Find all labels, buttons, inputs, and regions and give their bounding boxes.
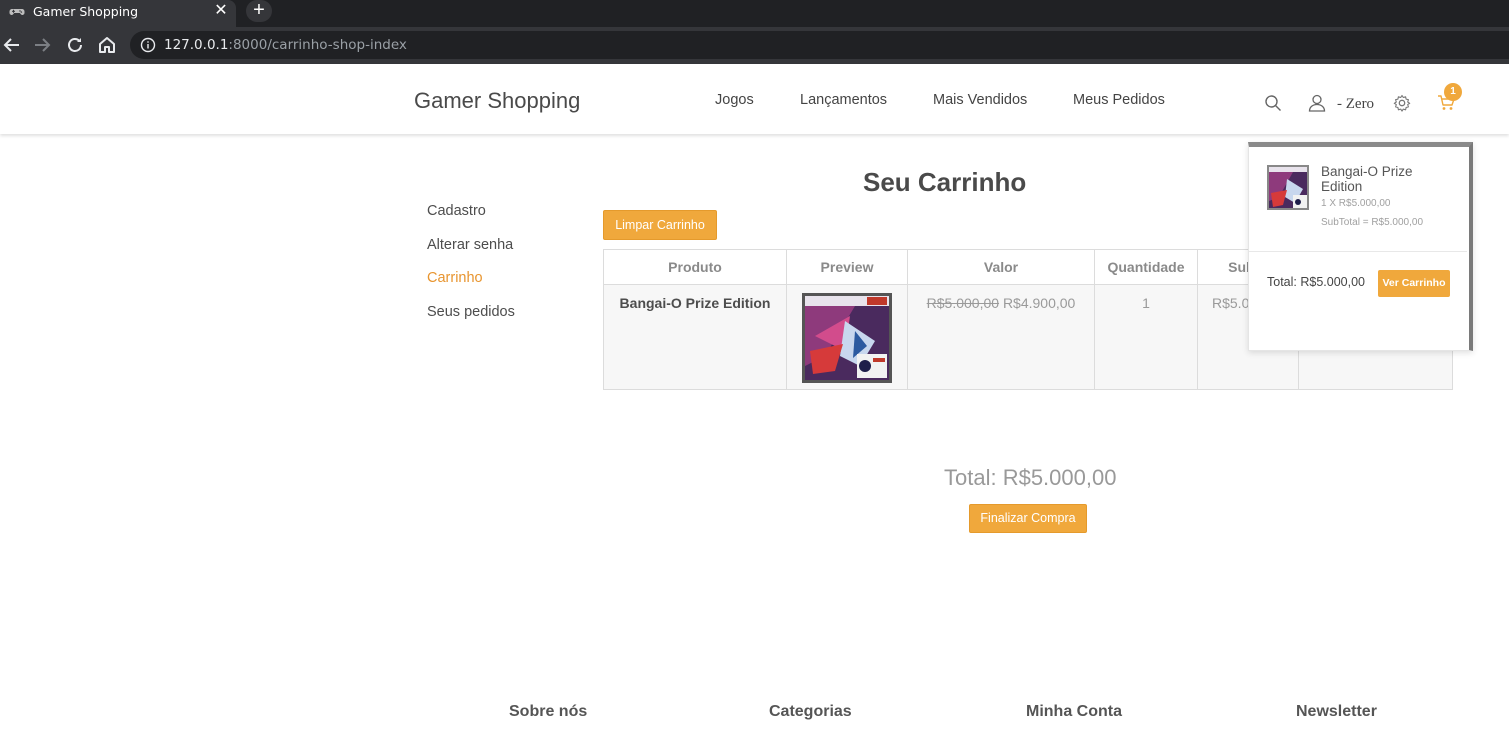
minicart-divider <box>1249 251 1467 252</box>
gamepad-icon <box>9 4 25 20</box>
minicart-item-name[interactable]: Bangai-O Prize Edition <box>1321 164 1451 194</box>
cart-count-badge: 1 <box>1444 83 1462 101</box>
footer-heading-categorias: Categorias <box>769 703 852 720</box>
col-header-quantidade: Quantidade <box>1095 250 1198 285</box>
minicart-item-thumbnail[interactable] <box>1267 165 1309 210</box>
site-logo[interactable]: Gamer Shopping <box>414 88 580 114</box>
cart-total: Total: R$5.000,00 <box>944 465 1117 490</box>
cell-quantity: 1 <box>1095 285 1198 389</box>
site-header: Gamer Shopping Jogos Lançamentos Mais Ve… <box>0 64 1509 134</box>
gear-icon[interactable] <box>1393 94 1411 112</box>
forward-icon[interactable] <box>30 33 54 57</box>
url-text: 127.0.0.1:8000/carrinho-shop-index <box>164 37 407 53</box>
sidebar-item-carrinho[interactable]: Carrinho <box>427 270 483 286</box>
browser-tab[interactable]: Gamer Shopping ✕ <box>0 0 236 27</box>
view-cart-button[interactable]: Ver Carrinho <box>1378 270 1450 297</box>
new-tab-button[interactable]: + <box>246 0 272 22</box>
reload-icon[interactable] <box>63 33 87 57</box>
tab-title: Gamer Shopping <box>33 4 139 19</box>
nav-meus-pedidos[interactable]: Meus Pedidos <box>1073 92 1165 108</box>
new-price: R$4.900,00 <box>1002 295 1076 311</box>
footer-heading-minha-conta: Minha Conta <box>1026 703 1122 720</box>
user-name[interactable]: - Zero <box>1337 96 1374 113</box>
url-host: 127.0.0.1 <box>164 37 229 53</box>
address-bar[interactable]: 127.0.0.1:8000/carrinho-shop-index <box>130 31 1509 59</box>
sidebar-item-seus-pedidos[interactable]: Seus pedidos <box>427 304 515 320</box>
sidebar-item-alterar-senha[interactable]: Alterar senha <box>427 237 513 253</box>
old-price: R$5.000,00 <box>926 295 1000 311</box>
minicart-total: Total: R$5.000,00 <box>1267 275 1365 289</box>
nav-lancamentos[interactable]: Lançamentos <box>800 92 887 108</box>
cell-preview <box>787 285 908 389</box>
url-path: :8000/carrinho-shop-index <box>228 37 407 53</box>
minicart-item-subtotal: SubTotal = R$5.000,00 <box>1321 217 1424 228</box>
close-tab-icon[interactable]: ✕ <box>212 1 230 21</box>
page-title: Seu Carrinho <box>863 167 1027 197</box>
search-icon[interactable] <box>1264 94 1282 112</box>
footer-heading-sobre: Sobre nós <box>509 703 588 720</box>
nav-jogos[interactable]: Jogos <box>715 92 754 108</box>
minicart-item-qty: 1 X R$5.000,00 <box>1321 198 1391 209</box>
clear-cart-button[interactable]: Limpar Carrinho <box>603 210 717 240</box>
browser-tab-bar: Gamer Shopping ✕ + <box>0 0 1509 27</box>
checkout-button[interactable]: Finalizar Compra <box>969 504 1087 533</box>
nav-mais-vendidos[interactable]: Mais Vendidos <box>933 92 1027 108</box>
info-icon[interactable] <box>140 37 156 53</box>
user-icon[interactable] <box>1308 94 1328 112</box>
col-header-valor: Valor <box>908 250 1095 285</box>
browser-toolbar: 127.0.0.1:8000/carrinho-shop-index <box>0 27 1509 64</box>
minicart-dropdown: Bangai-O Prize Edition 1 X R$5.000,00 Su… <box>1248 142 1473 351</box>
product-preview-image[interactable] <box>802 293 892 383</box>
cell-product-name: Bangai-O Prize Edition <box>604 285 787 389</box>
back-icon[interactable] <box>0 33 24 57</box>
col-header-produto: Produto <box>604 250 787 285</box>
home-icon[interactable] <box>95 33 119 57</box>
cell-price: R$5.000,00 R$4.900,00 <box>908 285 1095 389</box>
col-header-preview: Preview <box>787 250 908 285</box>
footer-heading-newsletter: Newsletter <box>1296 703 1377 720</box>
sidebar-item-cadastro[interactable]: Cadastro <box>427 203 486 219</box>
